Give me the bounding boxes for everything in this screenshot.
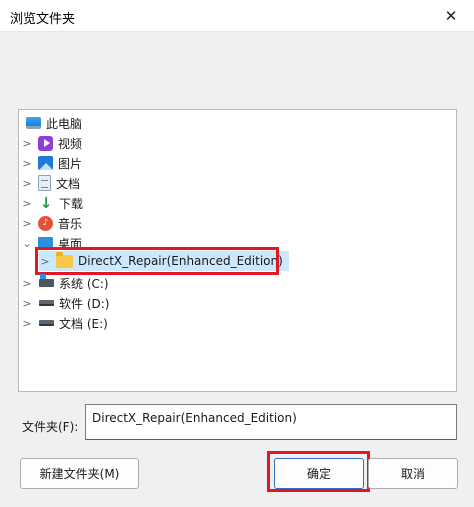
tree-item-label: 软件 (D:) [59,296,110,311]
chevron-right-icon[interactable]: > [21,193,33,213]
tree-item-drive-c[interactable]: > 系统 (C:) [21,273,109,293]
tree-item-label: 文档 (E:) [59,316,108,331]
chevron-right-icon[interactable]: > [21,153,33,173]
drive-shape [38,320,54,326]
tree-item-label: 音乐 [58,216,83,231]
chevron-right-icon[interactable]: > [21,133,33,153]
tree-item-videos[interactable]: > 视频 [21,133,82,153]
folder-field-label: 文件夹(F): [22,420,79,434]
video-icon [38,135,53,151]
tree-item-downloads[interactable]: > ↓ 下载 [21,193,83,213]
folder-tree[interactable]: 此电脑 > 视频 > 图片 > 文档 > ↓ 下载 > ♪ 音乐 ⌄ 桌面 > … [18,109,457,392]
tree-item-label: 此电脑 [46,116,83,131]
tree-item-documents[interactable]: > 文档 [21,173,80,193]
highlight-box-folder [35,247,279,275]
download-icon: ↓ [39,194,53,212]
drive-icon [38,315,54,331]
tree-item-music[interactable]: > ♪ 音乐 [21,213,82,233]
tree-item-label: 系统 (C:) [59,276,109,291]
drive-shape [38,300,54,306]
picture-icon [38,156,53,170]
tree-item-label: 图片 [58,156,83,171]
system-drive-shape [38,274,54,287]
computer-icon [26,117,41,129]
new-folder-button[interactable]: 新建文件夹(M) [20,458,139,489]
chevron-down-icon[interactable]: ⌄ [21,233,33,253]
tree-item-drive-e[interactable]: > 文档 (E:) [21,313,108,333]
tree-item-drive-d[interactable]: > 软件 (D:) [21,293,109,313]
close-icon: ✕ [444,7,458,25]
tree-item-label: 文档 [56,176,81,191]
document-icon [38,175,51,191]
folder-input[interactable]: DirectX_Repair(Enhanced_Edition) [85,404,457,440]
music-icon: ♪ [38,215,53,231]
highlight-box-ok [267,451,370,492]
chevron-right-icon[interactable]: > [21,213,33,233]
cancel-button[interactable]: 取消 [368,458,458,489]
system-drive-icon [38,274,54,291]
window-title: 浏览文件夹 [10,12,76,27]
tree-item-label: 视频 [58,136,83,151]
chevron-right-icon[interactable]: > [21,173,33,193]
tree-item-this-pc[interactable]: 此电脑 [21,113,82,133]
chevron-right-icon[interactable]: > [21,293,33,313]
close-button[interactable]: ✕ [428,0,474,32]
chevron-right-icon[interactable]: > [21,313,33,333]
tree-item-pictures[interactable]: > 图片 [21,153,82,173]
drive-icon [38,295,54,311]
tree-item-label: 下载 [59,196,84,211]
chevron-right-icon[interactable]: > [21,273,33,293]
title-bar: 浏览文件夹 ✕ [0,0,474,32]
